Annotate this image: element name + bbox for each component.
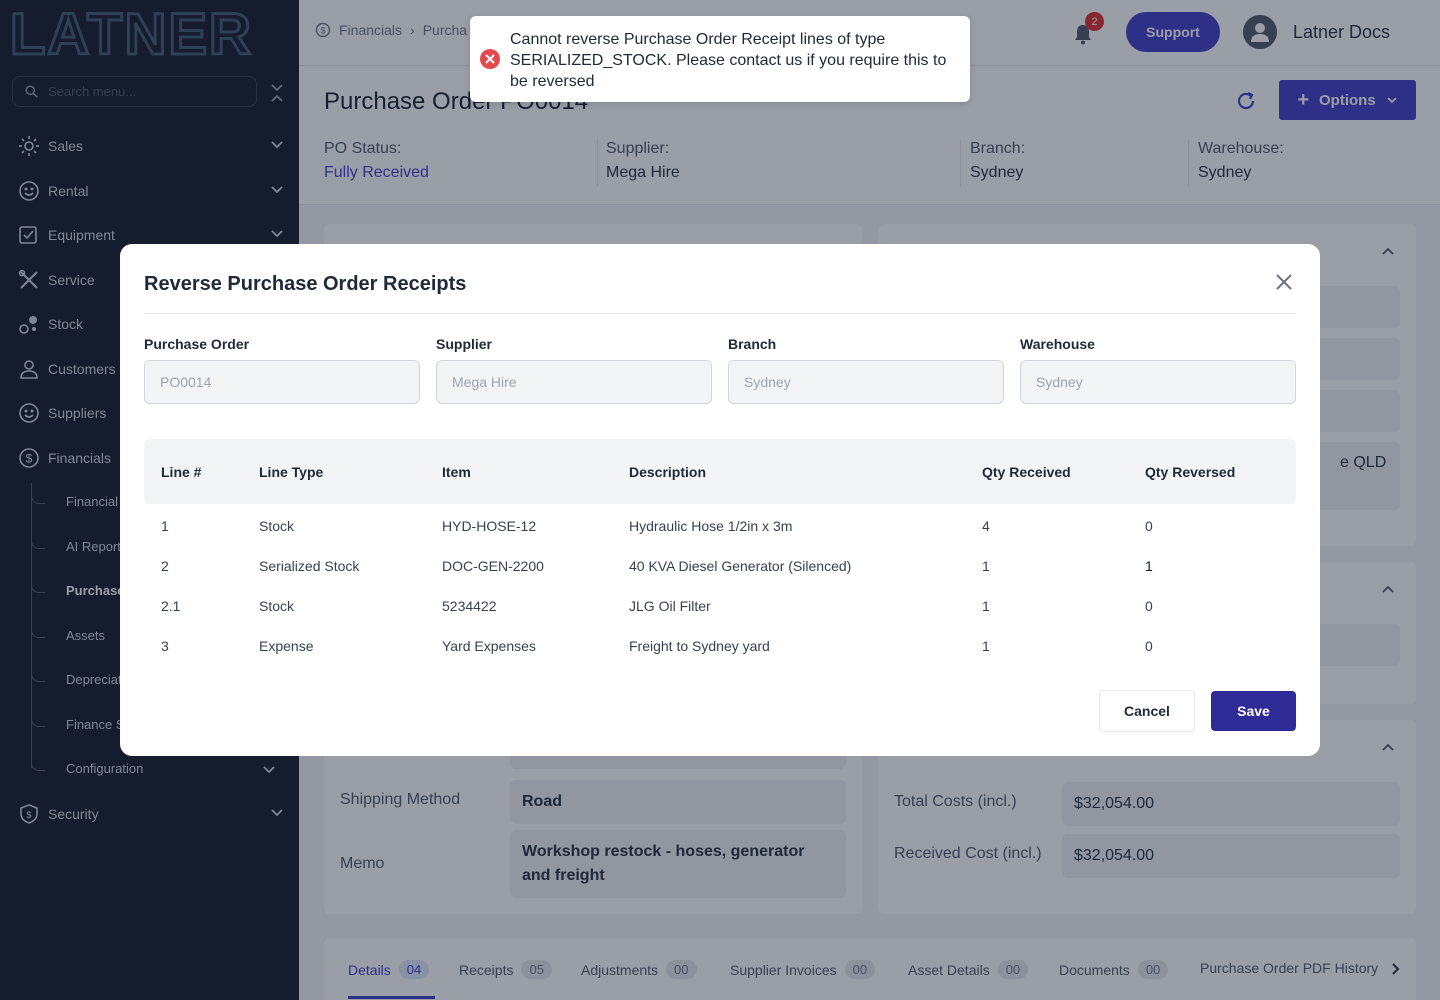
column-header: Qty Reversed	[1145, 464, 1236, 480]
branch-input[interactable]	[728, 360, 1004, 404]
column-header: Line Type	[259, 464, 324, 480]
supplier-field: Supplier	[436, 336, 712, 404]
cell-qty-reversed[interactable]: 1	[1145, 558, 1153, 574]
cell-line: 2.1	[161, 598, 181, 614]
cell-qty-received: 4	[982, 518, 990, 534]
cancel-button[interactable]: Cancel	[1099, 690, 1195, 732]
modal-title: Reverse Purchase Order Receipts	[144, 273, 467, 295]
cell-line-type: Stock	[259, 518, 295, 534]
column-header: Item	[442, 464, 471, 480]
cell-line: 1	[161, 518, 169, 534]
column-header: Line #	[161, 464, 202, 480]
cell-qty-received: 1	[982, 638, 990, 654]
cell-qty-received: 1	[982, 598, 990, 614]
toast-message: Cannot reverse Purchase Order Receipt li…	[510, 31, 947, 90]
purchase-order-input[interactable]	[144, 360, 420, 404]
warehouse-field: Warehouse	[1020, 336, 1296, 404]
field-label: Purchase Order	[144, 336, 250, 352]
cell-line: 2	[161, 558, 169, 574]
cell-description: 40 KVA Diesel Generator (Silenced)	[629, 558, 852, 574]
field-label: Supplier	[436, 336, 493, 352]
cell-line: 3	[161, 638, 169, 654]
cell-item: HYD-HOSE-12	[442, 518, 537, 534]
column-header: Qty Received	[982, 464, 1071, 480]
cell-qty-reversed[interactable]: 0	[1145, 638, 1153, 654]
warehouse-input[interactable]	[1020, 360, 1296, 404]
cell-description: Freight to Sydney yard	[629, 638, 770, 654]
cell-line-type: Expense	[259, 638, 314, 654]
cell-item: Yard Expenses	[442, 638, 536, 654]
error-toast: Cannot reverse Purchase Order Receipt li…	[470, 16, 970, 102]
cell-item: DOC-GEN-2200	[442, 558, 544, 574]
supplier-input[interactable]	[436, 360, 712, 404]
cell-item: 5234422	[442, 598, 497, 614]
field-label: Warehouse	[1020, 336, 1095, 352]
purchase-order-field: Purchase Order	[144, 336, 420, 404]
cell-qty-received: 1	[982, 558, 990, 574]
cell-description: JLG Oil Filter	[629, 598, 711, 614]
field-label: Branch	[728, 336, 777, 352]
divider	[144, 313, 1296, 314]
column-header: Description	[629, 464, 707, 480]
cell-description: Hydraulic Hose 1/2in x 3m	[629, 518, 793, 534]
save-button[interactable]: Save	[1211, 691, 1296, 731]
cell-qty-reversed[interactable]: 0	[1145, 598, 1153, 614]
cell-qty-reversed[interactable]: 0	[1145, 518, 1153, 534]
error-icon	[480, 49, 500, 69]
close-icon[interactable]	[1275, 273, 1293, 291]
cell-line-type: Serialized Stock	[259, 558, 360, 574]
table-header: Line # Line Type Item Description Qty Re…	[144, 439, 1296, 504]
cell-line-type: Stock	[259, 598, 295, 614]
reverse-receipts-modal: Reverse Purchase Order Receipts Purchase…	[120, 244, 1320, 756]
branch-field: Branch	[728, 336, 1004, 404]
